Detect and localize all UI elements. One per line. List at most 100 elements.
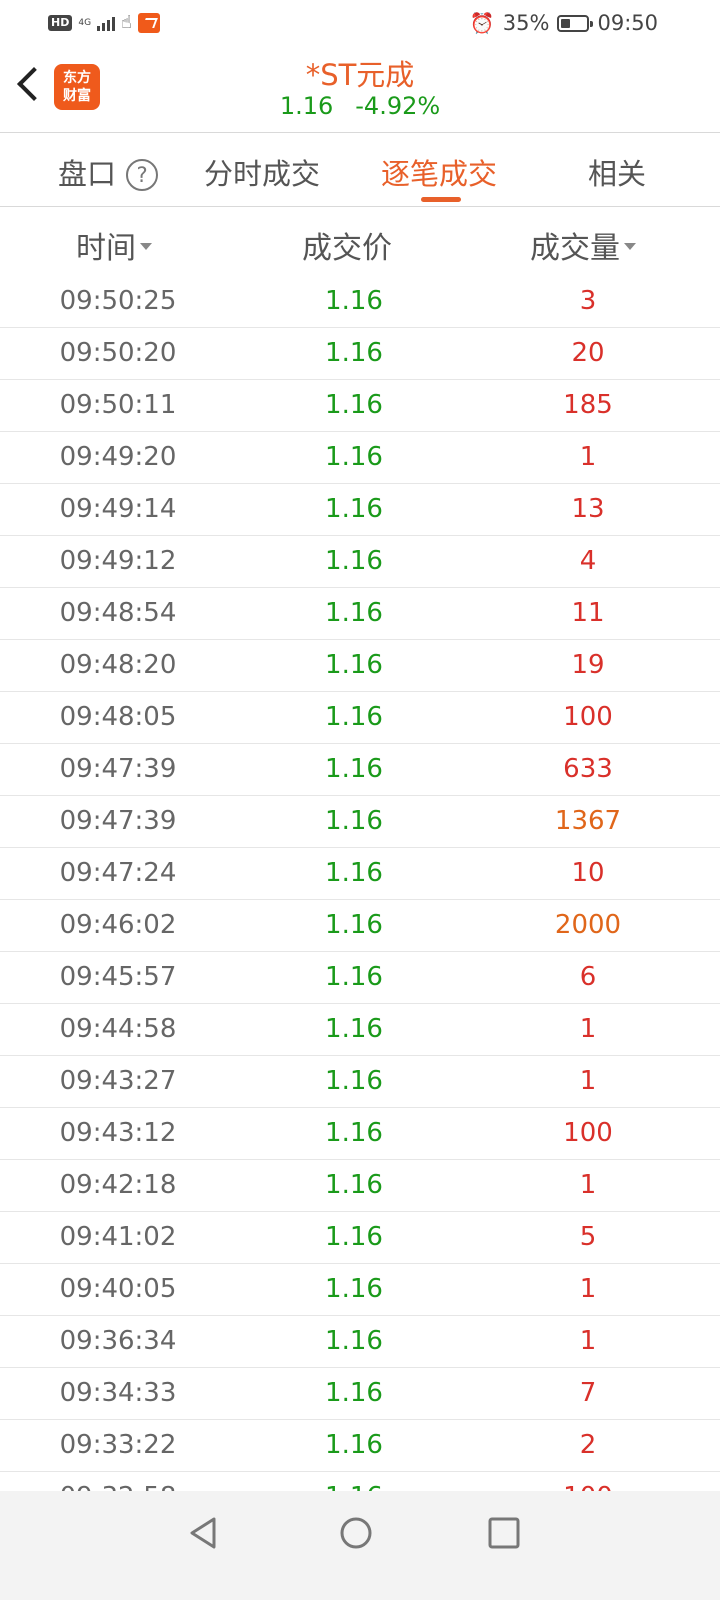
trade-volume: 3 (579, 286, 597, 316)
sort-down-icon (624, 243, 636, 250)
trade-price: 1.16 (325, 1014, 383, 1044)
trade-price: 1.16 (325, 1066, 383, 1096)
status-left: HD 4G ☝ (48, 10, 161, 36)
table-row[interactable]: 09:43:12 1.16 100 (0, 1108, 720, 1160)
trade-volume: 1 (579, 1066, 597, 1096)
column-header-price: 成交价 (302, 231, 392, 266)
active-tab-indicator (421, 197, 461, 202)
table-row[interactable]: 09:45:57 1.16 6 (0, 952, 720, 1004)
trade-volume: 1 (579, 442, 597, 472)
table-row[interactable]: 09:48:20 1.16 19 (0, 640, 720, 692)
clock: 09:50 (597, 11, 658, 35)
trade-time: 09:47:24 (59, 858, 177, 888)
table-row[interactable]: 09:41:02 1.16 5 (0, 1212, 720, 1264)
table-row[interactable]: 09:49:12 1.16 4 (0, 536, 720, 588)
trade-price: 1.16 (325, 494, 383, 524)
table-row[interactable]: 09:49:20 1.16 1 (0, 432, 720, 484)
table-row[interactable]: 09:47:39 1.16 1367 (0, 796, 720, 848)
trade-volume: 2000 (554, 910, 622, 940)
column-header-time[interactable]: 时间 (76, 223, 152, 267)
trade-price: 1.16 (325, 598, 383, 628)
trade-price: 1.16 (325, 1222, 383, 1252)
status-right: ⏰ 35% 09:50 (470, 10, 658, 36)
trade-volume: 19 (571, 650, 605, 680)
table-row[interactable]: 09:47:39 1.16 633 (0, 744, 720, 796)
column-header-label: 时间 (76, 231, 136, 266)
column-header-label: 成交量 (530, 231, 620, 266)
trade-time: 09:43:27 (59, 1066, 177, 1096)
trade-price: 1.16 (325, 1430, 383, 1460)
table-row[interactable]: 09:42:18 1.16 1 (0, 1160, 720, 1212)
nav-recents-icon[interactable] (484, 1513, 524, 1553)
table-row[interactable]: 09:46:02 1.16 2000 (0, 900, 720, 952)
tab-bar: 盘口? 分时成交 逐笔成交 相关 (0, 133, 720, 207)
hd-indicator: HD (48, 15, 73, 31)
trade-time: 09:41:02 (59, 1222, 177, 1252)
trade-time: 09:46:02 (59, 910, 177, 940)
sort-down-icon (140, 243, 152, 250)
trade-time: 09:50:20 (59, 338, 177, 368)
table-row[interactable]: 09:36:34 1.16 1 (0, 1316, 720, 1368)
table-row[interactable]: 09:48:05 1.16 100 (0, 692, 720, 744)
trade-price: 1.16 (325, 806, 383, 836)
app-header: 东方 财富 *ST元成 1.16 -4.92% (0, 46, 720, 132)
trade-price: 1.16 (325, 754, 383, 784)
table-row[interactable]: 09:49:14 1.16 13 (0, 484, 720, 536)
trade-price: 1.16 (325, 702, 383, 732)
trade-time: 09:40:05 (59, 1274, 177, 1304)
tab-tick-trades[interactable]: 逐笔成交 (381, 151, 497, 193)
trade-volume: 1 (579, 1326, 597, 1356)
trade-volume: 1367 (554, 806, 622, 836)
trade-list[interactable]: 09:50:25 1.16 3 09:50:20 1.16 20 09:50:11 1.16 1… (0, 276, 720, 1491)
trade-volume: 2 (579, 1430, 597, 1460)
trade-volume: 6 (579, 962, 597, 992)
stock-price: 1.16 (279, 92, 334, 120)
tab-label: 盘口 (58, 157, 117, 191)
trade-time: 09:48:05 (59, 702, 177, 732)
tab-related[interactable]: 相关 (588, 151, 646, 193)
table-row[interactable]: 09:50:20 1.16 20 (0, 328, 720, 380)
trade-time: 09:48:54 (59, 598, 177, 628)
nav-back-icon[interactable] (184, 1513, 224, 1553)
trade-time: 09:36:34 (59, 1326, 177, 1356)
table-row[interactable]: 09:47:24 1.16 10 (0, 848, 720, 900)
trade-time: 09:47:39 (59, 754, 177, 784)
table-row[interactable]: 09:44:58 1.16 1 (0, 1004, 720, 1056)
trade-price: 1.16 (325, 338, 383, 368)
trade-time: 09:33:22 (59, 1430, 177, 1460)
help-icon[interactable]: ? (126, 159, 159, 191)
column-header-volume[interactable]: 成交量 (530, 223, 636, 267)
table-row[interactable]: 09:50:25 1.16 3 (0, 276, 720, 328)
trade-volume: 20 (571, 338, 605, 368)
table-row[interactable]: 09:40:05 1.16 1 (0, 1264, 720, 1316)
trade-time: 09:47:39 (59, 806, 177, 836)
trade-volume: 100 (563, 1118, 613, 1148)
battery-icon (557, 14, 594, 32)
stock-change-percent: -4.92% (355, 92, 441, 120)
nav-home-icon[interactable] (336, 1513, 376, 1553)
tab-time-share-trades[interactable]: 分时成交 (204, 151, 320, 193)
trade-volume: 7 (579, 1378, 597, 1408)
gesture-icon: ☝ (121, 12, 133, 33)
trade-price: 1.16 (325, 390, 383, 420)
trade-price: 1.16 (325, 858, 383, 888)
trade-time: 09:32:58 (18, 1482, 218, 1491)
trade-volume: 5 (579, 1222, 597, 1252)
trade-volume: 1 (579, 1014, 597, 1044)
table-row[interactable]: 09:32:58 1.16 100 (0, 1472, 720, 1491)
trade-price: 1.16 (325, 1170, 383, 1200)
table-row[interactable]: 09:34:33 1.16 7 (0, 1368, 720, 1420)
trade-volume: 633 (563, 754, 613, 784)
tab-order-book[interactable]: 盘口? (58, 151, 159, 193)
table-row[interactable]: 09:50:11 1.16 185 (0, 380, 720, 432)
status-bar: HD 4G ☝ ⏰ 35% 09:50 (0, 0, 720, 46)
trade-volume: 185 (563, 390, 613, 420)
trade-time: 09:49:14 (59, 494, 177, 524)
trade-price: 1.16 (325, 1274, 383, 1304)
table-row[interactable]: 09:48:54 1.16 11 (0, 588, 720, 640)
trade-time: 09:34:33 (59, 1378, 177, 1408)
trade-volume: 1 (579, 1170, 597, 1200)
table-row[interactable]: 09:33:22 1.16 2 (0, 1420, 720, 1472)
table-row[interactable]: 09:43:27 1.16 1 (0, 1056, 720, 1108)
trade-time: 09:45:57 (59, 962, 177, 992)
